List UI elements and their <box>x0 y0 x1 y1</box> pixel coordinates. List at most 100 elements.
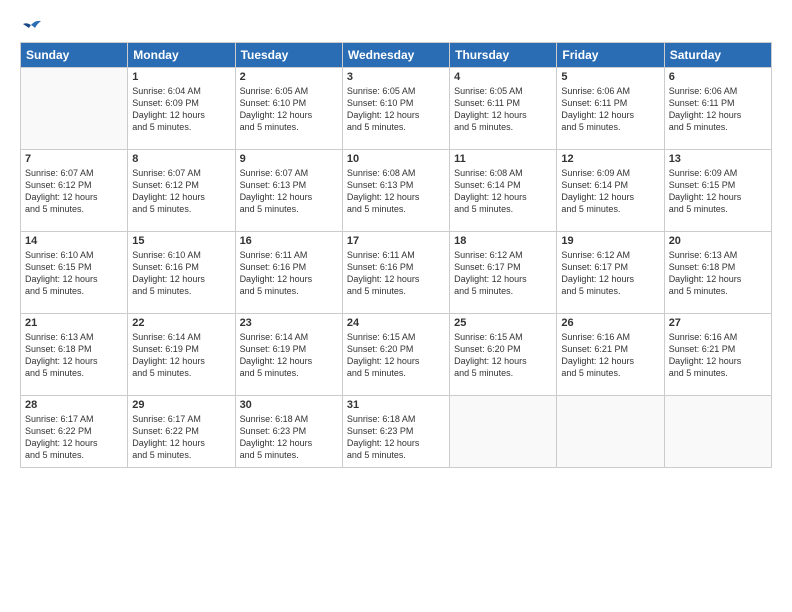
day-info: Sunrise: 6:11 AMSunset: 6:16 PMDaylight:… <box>347 249 445 298</box>
calendar-cell: 6 Sunrise: 6:06 AMSunset: 6:11 PMDaylight… <box>664 68 771 150</box>
day-number: 19 <box>561 235 659 247</box>
calendar-cell: 30 Sunrise: 6:18 AMSunset: 6:23 PMDayligh… <box>235 396 342 468</box>
calendar-cell: 12 Sunrise: 6:09 AMSunset: 6:14 PMDayligh… <box>557 150 664 232</box>
calendar-cell: 18Sunrise: 6:12 AMSunset: 6:17 PMDayligh… <box>450 232 557 314</box>
day-number: 16 <box>240 235 338 247</box>
day-number: 24 <box>347 317 445 329</box>
day-number: 20 <box>669 235 767 247</box>
calendar-cell: 16 Sunrise: 6:11 AMSunset: 6:16 PMDayligh… <box>235 232 342 314</box>
calendar-cell: 13 Sunrise: 6:09 AMSunset: 6:15 PMDayligh… <box>664 150 771 232</box>
header <box>20 18 772 32</box>
day-number: 12 <box>561 153 659 165</box>
day-info: Sunrise: 6:05 AMSunset: 6:10 PMDaylight:… <box>347 85 445 134</box>
day-info: Sunrise: 6:08 AMSunset: 6:13 PMDaylight:… <box>347 167 445 216</box>
day-info: Sunrise: 6:18 AMSunset: 6:23 PMDaylight:… <box>347 413 445 462</box>
calendar-cell <box>557 396 664 468</box>
calendar-cell: 21Sunrise: 6:13 AMSunset: 6:18 PMDayligh… <box>21 314 128 396</box>
calendar-cell: 27 Sunrise: 6:16 AMSunset: 6:21 PMDayligh… <box>664 314 771 396</box>
day-number: 25 <box>454 317 552 329</box>
calendar-cell: 28Sunrise: 6:17 AMSunset: 6:22 PMDayligh… <box>21 396 128 468</box>
calendar-week-4: 21Sunrise: 6:13 AMSunset: 6:18 PMDayligh… <box>21 314 772 396</box>
day-number: 31 <box>347 399 445 411</box>
day-number: 9 <box>240 153 338 165</box>
calendar-header-tuesday: Tuesday <box>235 43 342 68</box>
calendar-header-sunday: Sunday <box>21 43 128 68</box>
calendar-header-row: SundayMondayTuesdayWednesdayThursdayFrid… <box>21 43 772 68</box>
day-info: Sunrise: 6:07 AMSunset: 6:12 PMDaylight:… <box>132 167 230 216</box>
day-number: 4 <box>454 71 552 83</box>
calendar-cell: 7 Sunrise: 6:07 AMSunset: 6:12 PMDaylight… <box>21 150 128 232</box>
calendar-week-3: 14 Sunrise: 6:10 AMSunset: 6:15 PMDayligh… <box>21 232 772 314</box>
day-info: Sunrise: 6:16 AMSunset: 6:21 PMDaylight:… <box>669 331 767 380</box>
day-info: Sunrise: 6:10 AMSunset: 6:15 PMDaylight:… <box>25 249 123 298</box>
day-info: Sunrise: 6:10 AMSunset: 6:16 PMDaylight:… <box>132 249 230 298</box>
day-info: Sunrise: 6:17 AMSunset: 6:22 PMDaylight:… <box>132 413 230 462</box>
calendar-cell <box>664 396 771 468</box>
calendar-cell: 9 Sunrise: 6:07 AMSunset: 6:13 PMDaylight… <box>235 150 342 232</box>
day-number: 29 <box>132 399 230 411</box>
page: SundayMondayTuesdayWednesdayThursdayFrid… <box>0 0 792 612</box>
day-number: 18 <box>454 235 552 247</box>
day-number: 27 <box>669 317 767 329</box>
day-info: Sunrise: 6:18 AMSunset: 6:23 PMDaylight:… <box>240 413 338 462</box>
day-number: 7 <box>25 153 123 165</box>
day-number: 30 <box>240 399 338 411</box>
day-info: Sunrise: 6:06 AMSunset: 6:11 PMDaylight:… <box>561 85 659 134</box>
calendar-cell: 23Sunrise: 6:14 AMSunset: 6:19 PMDayligh… <box>235 314 342 396</box>
logo <box>20 18 41 32</box>
day-info: Sunrise: 6:11 AMSunset: 6:16 PMDaylight:… <box>240 249 338 298</box>
day-number: 3 <box>347 71 445 83</box>
day-info: Sunrise: 6:06 AMSunset: 6:11 PMDaylight:… <box>669 85 767 134</box>
day-number: 2 <box>240 71 338 83</box>
calendar-cell: 17 Sunrise: 6:11 AMSunset: 6:16 PMDayligh… <box>342 232 449 314</box>
day-number: 28 <box>25 399 123 411</box>
calendar-cell: 25 Sunrise: 6:15 AMSunset: 6:20 PMDayligh… <box>450 314 557 396</box>
day-info: Sunrise: 6:12 AMSunset: 6:17 PMDaylight:… <box>561 249 659 298</box>
day-number: 14 <box>25 235 123 247</box>
day-info: Sunrise: 6:15 AMSunset: 6:20 PMDaylight:… <box>454 331 552 380</box>
calendar-week-2: 7 Sunrise: 6:07 AMSunset: 6:12 PMDaylight… <box>21 150 772 232</box>
calendar-header-monday: Monday <box>128 43 235 68</box>
day-info: Sunrise: 6:14 AMSunset: 6:19 PMDaylight:… <box>132 331 230 380</box>
calendar-header-thursday: Thursday <box>450 43 557 68</box>
day-number: 1 <box>132 71 230 83</box>
day-info: Sunrise: 6:08 AMSunset: 6:14 PMDaylight:… <box>454 167 552 216</box>
day-number: 6 <box>669 71 767 83</box>
day-number: 11 <box>454 153 552 165</box>
calendar-cell <box>450 396 557 468</box>
day-info: Sunrise: 6:04 AMSunset: 6:09 PMDaylight:… <box>132 85 230 134</box>
calendar-table: SundayMondayTuesdayWednesdayThursdayFrid… <box>20 42 772 468</box>
day-info: Sunrise: 6:14 AMSunset: 6:19 PMDaylight:… <box>240 331 338 380</box>
day-info: Sunrise: 6:13 AMSunset: 6:18 PMDaylight:… <box>25 331 123 380</box>
calendar-week-5: 28 Sunrise: 6:17 AMSunset: 6:22 PMDayligh… <box>21 396 772 468</box>
calendar-header-friday: Friday <box>557 43 664 68</box>
calendar-cell: 11 Sunrise: 6:08 AMSunset: 6:14 PMDayligh… <box>450 150 557 232</box>
calendar-cell: 19 Sunrise: 6:12 AMSunset: 6:17 PMDayligh… <box>557 232 664 314</box>
day-info: Sunrise: 6:07 AMSunset: 6:12 PMDaylight:… <box>25 167 123 216</box>
calendar-cell: 2Sunrise: 6:05 AMSunset: 6:10 PMDaylight… <box>235 68 342 150</box>
calendar-cell <box>21 68 128 150</box>
calendar-cell: 1 Sunrise: 6:04 AMSunset: 6:09 PMDaylight… <box>128 68 235 150</box>
day-number: 15 <box>132 235 230 247</box>
day-info: Sunrise: 6:05 AMSunset: 6:11 PMDaylight:… <box>454 85 552 134</box>
day-info: Sunrise: 6:13 AMSunset: 6:18 PMDaylight:… <box>669 249 767 298</box>
day-info: Sunrise: 6:09 AMSunset: 6:14 PMDaylight:… <box>561 167 659 216</box>
calendar-cell: 10 Sunrise: 6:08 AMSunset: 6:13 PMDayligh… <box>342 150 449 232</box>
day-number: 5 <box>561 71 659 83</box>
day-number: 8 <box>132 153 230 165</box>
day-number: 13 <box>669 153 767 165</box>
day-info: Sunrise: 6:09 AMSunset: 6:15 PMDaylight:… <box>669 167 767 216</box>
calendar-week-1: 1 Sunrise: 6:04 AMSunset: 6:09 PMDaylight… <box>21 68 772 150</box>
calendar-cell: 15 Sunrise: 6:10 AMSunset: 6:16 PMDayligh… <box>128 232 235 314</box>
day-info: Sunrise: 6:15 AMSunset: 6:20 PMDaylight:… <box>347 331 445 380</box>
calendar-cell: 31 Sunrise: 6:18 AMSunset: 6:23 PMDayligh… <box>342 396 449 468</box>
calendar-cell: 4 Sunrise: 6:05 AMSunset: 6:11 PMDaylight… <box>450 68 557 150</box>
calendar-cell: 3 Sunrise: 6:05 AMSunset: 6:10 PMDaylight… <box>342 68 449 150</box>
day-number: 22 <box>132 317 230 329</box>
day-number: 10 <box>347 153 445 165</box>
day-info: Sunrise: 6:07 AMSunset: 6:13 PMDaylight:… <box>240 167 338 216</box>
calendar-cell: 14 Sunrise: 6:10 AMSunset: 6:15 PMDayligh… <box>21 232 128 314</box>
logo-bird-icon <box>21 18 41 32</box>
day-number: 17 <box>347 235 445 247</box>
day-info: Sunrise: 6:16 AMSunset: 6:21 PMDaylight:… <box>561 331 659 380</box>
